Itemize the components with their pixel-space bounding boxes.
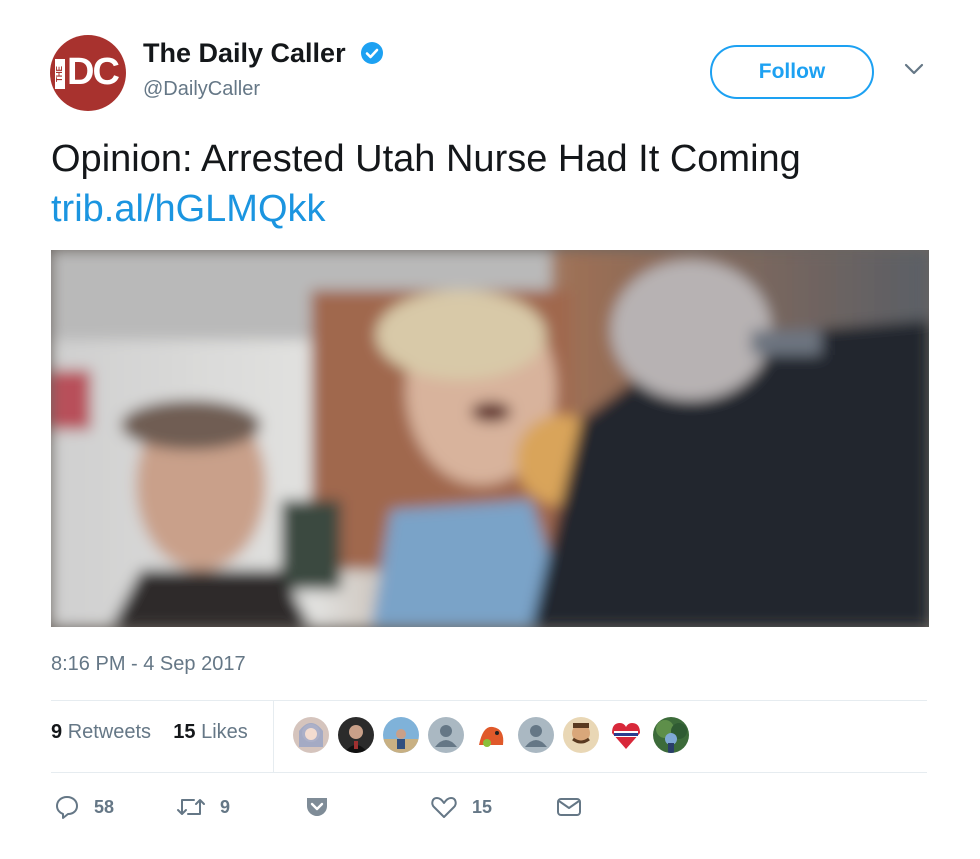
retweet-count: 9 xyxy=(220,796,231,817)
reply-count: 58 xyxy=(94,796,115,817)
tweet-media-image[interactable] xyxy=(51,250,929,627)
follow-button[interactable]: Follow xyxy=(710,45,874,99)
account-handle[interactable]: @DailyCaller xyxy=(143,78,260,101)
likes-label[interactable]: Likes xyxy=(201,721,248,743)
engagement-stats: 9 Retweets 15 Likes xyxy=(51,721,248,744)
retweets-label[interactable]: Retweets xyxy=(68,721,151,743)
retweets-count[interactable]: 9 xyxy=(51,721,62,743)
pocket-icon xyxy=(307,798,327,816)
liker-avatar-8[interactable] xyxy=(608,717,644,753)
liker-avatar-7[interactable] xyxy=(563,717,599,753)
tweet-text: Opinion: Arrested Utah Nurse Had It Comi… xyxy=(51,138,801,180)
liker-avatar-1[interactable] xyxy=(293,717,329,753)
likes-count[interactable]: 15 xyxy=(173,721,195,743)
account-name[interactable]: The Daily Caller xyxy=(143,38,346,69)
liker-avatar-5[interactable] xyxy=(473,717,509,753)
divider xyxy=(51,772,927,773)
stats-divider xyxy=(273,700,274,772)
reply-button[interactable]: 58 xyxy=(54,791,114,823)
liker-avatar-3[interactable] xyxy=(383,717,419,753)
tweet-link[interactable]: trib.al/hGLMQkk xyxy=(51,188,326,231)
account-avatar[interactable]: THE DC xyxy=(50,35,126,111)
liker-avatar-9[interactable] xyxy=(653,717,689,753)
liker-avatar-2[interactable] xyxy=(338,717,374,753)
logo-dc-text: DC xyxy=(67,51,120,93)
message-icon xyxy=(557,798,581,816)
reply-icon xyxy=(56,796,78,819)
verified-badge-icon xyxy=(361,42,383,64)
retweet-button[interactable]: 9 xyxy=(176,791,230,823)
direct-message-button[interactable] xyxy=(556,791,582,823)
like-icon xyxy=(431,797,457,818)
tweet-timestamp[interactable]: 8:16 PM - 4 Sep 2017 xyxy=(51,653,246,676)
retweet-icon xyxy=(177,799,205,815)
chevron-down-icon[interactable] xyxy=(903,62,925,76)
like-button[interactable]: 15 xyxy=(430,791,492,823)
pocket-button[interactable] xyxy=(304,791,330,823)
liker-avatar-6[interactable] xyxy=(518,717,554,753)
logo-the-text: THE xyxy=(55,59,65,89)
like-count: 15 xyxy=(472,796,493,817)
liker-avatar-4[interactable] xyxy=(428,717,464,753)
divider xyxy=(51,700,927,701)
tweet-actions: 58 9 15 xyxy=(0,791,980,827)
